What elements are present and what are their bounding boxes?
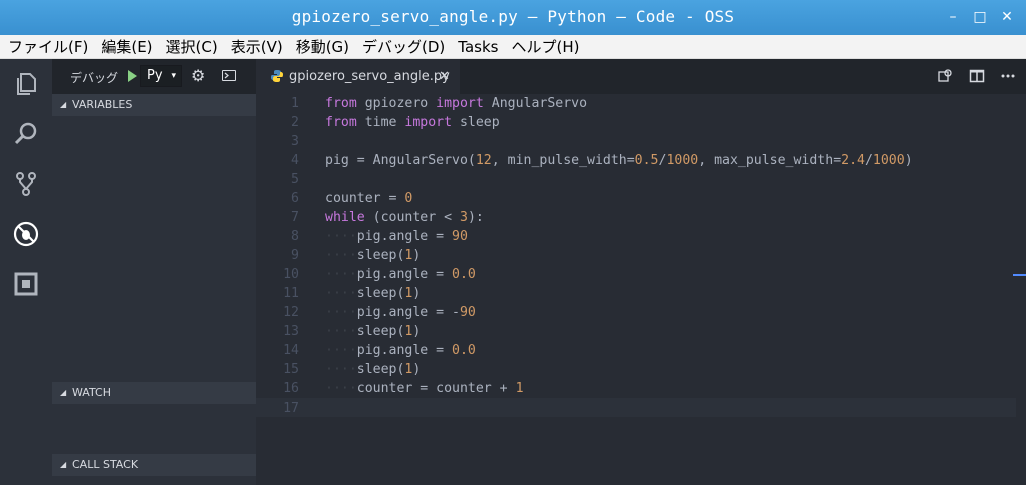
python-file-icon	[271, 70, 283, 82]
menu-tasks[interactable]: Tasks	[458, 38, 498, 56]
code-line[interactable]: 6 counter = 0	[256, 189, 1016, 208]
line-text: ····pig.angle = 0.0	[325, 343, 476, 358]
collapse-icon: ◢	[60, 388, 67, 397]
close-icon[interactable]: ✕	[999, 9, 1015, 25]
watch-panel	[52, 404, 256, 454]
menu-go[interactable]: 移動(G)	[296, 36, 349, 57]
editor-area: gpiozero_servo_angle.py ✕ 1 from gpiozero…	[256, 59, 1026, 485]
code-line[interactable]: 3	[256, 132, 1016, 151]
call-stack-panel	[52, 476, 256, 485]
line-number: 11	[283, 286, 299, 301]
code-line[interactable]: 5	[256, 170, 1016, 189]
line-number: 15	[283, 362, 299, 377]
code-line[interactable]: 14 ····pig.angle = 0.0	[256, 341, 1016, 360]
collapse-icon: ◢	[60, 460, 67, 469]
open-changes-icon[interactable]	[937, 68, 953, 84]
code-line[interactable]: 13 ····sleep(1)	[256, 322, 1016, 341]
minimize-icon[interactable]: –	[945, 9, 961, 25]
line-text: while (counter < 3):	[325, 210, 484, 225]
debug-config-value: Py	[147, 68, 163, 83]
watch-title: WATCH	[72, 386, 111, 399]
line-number: 8	[291, 229, 299, 244]
start-debug-icon[interactable]	[128, 70, 137, 82]
close-tab-icon[interactable]: ✕	[439, 59, 450, 94]
debug-icon[interactable]	[0, 209, 52, 259]
menu-debug[interactable]: デバッグ(D)	[362, 36, 445, 57]
debug-label: デバッグ	[70, 71, 119, 85]
line-text: counter = 0	[325, 191, 413, 206]
line-text: ····sleep(1)	[325, 362, 421, 377]
line-text: ····sleep(1)	[325, 248, 421, 263]
tab-gpiozero-servo-angle[interactable]: gpiozero_servo_angle.py ✕	[256, 59, 460, 94]
line-text: ····counter = counter + 1	[325, 381, 524, 396]
menu-selection[interactable]: 選択(C)	[166, 36, 218, 57]
line-text: ····sleep(1)	[325, 286, 421, 301]
debug-sidebar: デバッグ Py ▾ ⚙ ◢ VARIABLES ◢ WATCH ◢ CALL S…	[52, 59, 256, 485]
line-number: 1	[291, 96, 299, 111]
search-icon[interactable]	[0, 109, 52, 159]
tab-bar: gpiozero_servo_angle.py ✕	[256, 59, 1026, 94]
line-number: 16	[283, 381, 299, 396]
variables-header[interactable]: ◢ VARIABLES	[52, 94, 256, 116]
scrollbar-cursor-marker	[1013, 274, 1026, 276]
line-number: 17	[283, 401, 299, 416]
code-line[interactable]: 11 ····sleep(1)	[256, 284, 1016, 303]
watch-header[interactable]: ◢ WATCH	[52, 382, 256, 404]
line-text: from gpiozero import AngularServo	[325, 96, 588, 111]
line-text: from time import sleep	[325, 115, 500, 130]
code-line[interactable]: 12 ····pig.angle = -90	[256, 303, 1016, 322]
variables-title: VARIABLES	[72, 98, 133, 111]
split-editor-icon[interactable]	[969, 68, 985, 84]
line-number: 12	[283, 305, 299, 320]
line-number: 9	[291, 248, 299, 263]
code-line[interactable]: 10 ····pig.angle = 0.0	[256, 265, 1016, 284]
activity-bar	[0, 59, 52, 485]
title-bar: gpiozero_servo_angle.py — Python — Code …	[0, 0, 1026, 35]
call-stack-title: CALL STACK	[72, 458, 139, 471]
menu-edit[interactable]: 編集(E)	[101, 36, 152, 57]
code-line[interactable]: 7 while (counter < 3):	[256, 208, 1016, 227]
code-line[interactable]: 17	[256, 398, 1016, 417]
line-number: 13	[283, 324, 299, 339]
line-number: 2	[291, 115, 299, 130]
line-number: 5	[291, 172, 299, 187]
call-stack-header[interactable]: ◢ CALL STACK	[52, 454, 256, 476]
menu-bar: ファイル(F) 編集(E) 選択(C) 表示(V) 移動(G) デバッグ(D) …	[0, 35, 1026, 59]
files-icon[interactable]	[0, 59, 52, 109]
source-control-icon[interactable]	[0, 159, 52, 209]
line-number: 4	[291, 153, 299, 168]
gear-icon[interactable]: ⚙	[191, 67, 205, 85]
code-line[interactable]: 9 ····sleep(1)	[256, 246, 1016, 265]
debug-config-select[interactable]: Py ▾	[140, 65, 182, 87]
line-number: 3	[291, 134, 299, 149]
code-line[interactable]: 8 ····pig.angle = 90	[256, 227, 1016, 246]
code-line[interactable]: 16 ····counter = counter + 1	[256, 379, 1016, 398]
menu-file[interactable]: ファイル(F)	[8, 36, 88, 57]
line-text: pig = AngularServo(12, min_pulse_width=0…	[325, 153, 913, 168]
variables-panel	[52, 116, 256, 382]
window-title: gpiozero_servo_angle.py — Python — Code …	[291, 7, 735, 26]
line-number: 7	[291, 210, 299, 225]
line-text: ····pig.angle = -90	[325, 305, 476, 320]
line-text: ····pig.angle = 90	[325, 229, 468, 244]
code-editor[interactable]: 1 from gpiozero import AngularServo 2 from …	[256, 94, 1026, 485]
line-number: 6	[291, 191, 299, 206]
menu-view[interactable]: 表示(V)	[231, 36, 283, 57]
line-text: ····sleep(1)	[325, 324, 421, 339]
code-line[interactable]: 4 pig = AngularServo(12, min_pulse_width=…	[256, 151, 1016, 170]
extensions-icon[interactable]	[0, 259, 52, 309]
code-line[interactable]: 1 from gpiozero import AngularServo	[256, 94, 1016, 113]
code-line[interactable]: 2 from time import sleep	[256, 113, 1016, 132]
line-number: 14	[283, 343, 299, 358]
collapse-icon: ◢	[60, 100, 67, 109]
debug-console-icon[interactable]	[222, 70, 236, 81]
line-number: 10	[283, 267, 299, 282]
code-line[interactable]: 15 ····sleep(1)	[256, 360, 1016, 379]
tab-label: gpiozero_servo_angle.py	[289, 69, 450, 84]
menu-help[interactable]: ヘルプ(H)	[511, 36, 579, 57]
chevron-down-icon: ▾	[171, 71, 176, 81]
line-text: ····pig.angle = 0.0	[325, 267, 476, 282]
maximize-icon[interactable]: □	[972, 9, 988, 25]
more-actions-icon[interactable]	[1000, 68, 1016, 84]
